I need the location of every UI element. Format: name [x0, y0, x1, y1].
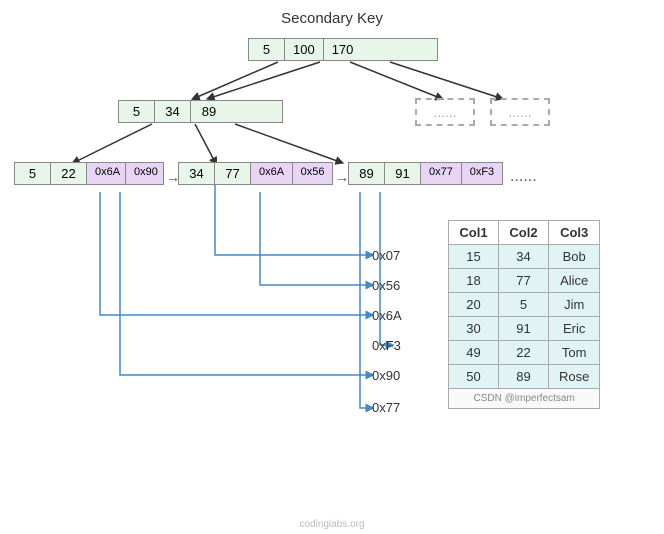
col-header-3: Col3	[549, 221, 600, 245]
ptr-0x07: 0x07	[372, 248, 400, 263]
watermark: codinglabs.org	[0, 519, 664, 530]
table-row: 3091Eric	[449, 317, 600, 341]
table-row: 205Jim	[449, 293, 600, 317]
data-table: Col1 Col2 Col3 1534Bob1877Alice205Jim309…	[448, 220, 600, 409]
l2-cell-2: 34	[155, 101, 191, 122]
table-row-4-cell-0: 49	[449, 341, 499, 365]
l2-cell-1: 5	[119, 101, 155, 122]
table-row: 1877Alice	[449, 269, 600, 293]
table-row-4-cell-2: Tom	[549, 341, 600, 365]
leaf2-val2: 77	[215, 163, 251, 184]
ptr-0x6A: 0x6A	[372, 308, 402, 323]
leaf3-val1: 89	[349, 163, 385, 184]
leaf3-ptr2: 0xF3	[462, 163, 502, 184]
leaf-node-3: 89 91 0x77 0xF3	[348, 162, 503, 185]
table-row-0-cell-2: Bob	[549, 245, 600, 269]
table-row-2-cell-2: Jim	[549, 293, 600, 317]
l2-cell-3: 89	[191, 101, 227, 122]
dashed-node-2: ......	[490, 98, 550, 126]
table-row: 5089Rose	[449, 365, 600, 389]
table-row-0-cell-1: 34	[499, 245, 549, 269]
leaf2-ptr2: 0x56	[293, 163, 332, 184]
table-row-5-cell-0: 50	[449, 365, 499, 389]
table-row-0-cell-0: 15	[449, 245, 499, 269]
root-cell-2: 100	[285, 39, 324, 60]
table-row-3-cell-0: 30	[449, 317, 499, 341]
leaf1-val1: 5	[15, 163, 51, 184]
ptr-0x77: 0x77	[372, 400, 400, 415]
table-row: 1534Bob	[449, 245, 600, 269]
table-row-2-cell-0: 20	[449, 293, 499, 317]
leaf2-ptr1: 0x6A	[251, 163, 293, 184]
leaf2-arrow: →	[335, 169, 349, 185]
page-title: Secondary Key	[0, 10, 664, 27]
leaf-node-1: 5 22 0x6A 0x90	[14, 162, 164, 185]
ptr-0x56: 0x56	[372, 278, 400, 293]
table-footer: CSDN @imperfectsam	[449, 389, 600, 409]
table-row-1-cell-2: Alice	[549, 269, 600, 293]
leaf2-val1: 34	[179, 163, 215, 184]
leaf1-ptr2: 0x90	[126, 163, 163, 184]
root-cell-3: 170	[324, 39, 362, 60]
level2-node: 5 34 89	[118, 100, 283, 123]
leaf1-val2: 22	[51, 163, 87, 184]
table-row-1-cell-1: 77	[499, 269, 549, 293]
table-row-1-cell-0: 18	[449, 269, 499, 293]
table-row-3-cell-2: Eric	[549, 317, 600, 341]
leaf3-val2: 91	[385, 163, 421, 184]
table-row-4-cell-1: 22	[499, 341, 549, 365]
table-row: 4922Tom	[449, 341, 600, 365]
page-container: Secondary Key	[0, 0, 664, 534]
ptr-0x90: 0x90	[372, 368, 400, 383]
col-header-2: Col2	[499, 221, 549, 245]
root-node: 5 100 170	[248, 38, 438, 61]
middle-dots: ......	[510, 168, 537, 186]
leaf1-ptr1: 0x6A	[87, 163, 126, 184]
table-row-5-cell-1: 89	[499, 365, 549, 389]
table-row-5-cell-2: Rose	[549, 365, 600, 389]
dashed-node-1: ......	[415, 98, 475, 126]
root-cell-1: 5	[249, 39, 285, 60]
table-row-3-cell-1: 91	[499, 317, 549, 341]
ptr-0xF3: 0xF3	[372, 338, 401, 353]
col-header-1: Col1	[449, 221, 499, 245]
table-row-2-cell-1: 5	[499, 293, 549, 317]
leaf-node-2: 34 77 0x6A 0x56	[178, 162, 333, 185]
leaf3-ptr1: 0x77	[421, 163, 462, 184]
